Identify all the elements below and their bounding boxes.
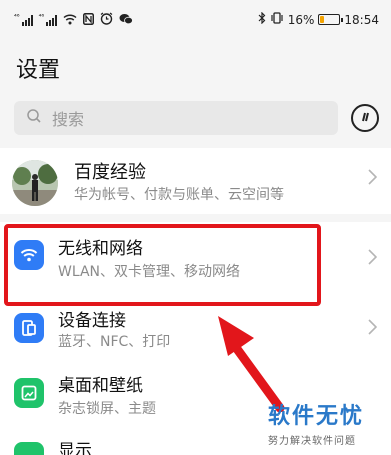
search-input[interactable]: 搜索 xyxy=(14,101,338,135)
battery-icon xyxy=(318,14,344,25)
signal-icon: ⁴⁶ xyxy=(39,14,58,26)
settings-item-wallpaper-subtitle: 杂志锁屏、主题 xyxy=(58,401,156,417)
account-name: 百度经验 xyxy=(74,162,146,183)
display-icon xyxy=(14,442,44,455)
status-right: 16% 18:54 xyxy=(258,11,379,27)
signal-icon: ⁴⁶ xyxy=(14,14,33,26)
vibrate-icon xyxy=(270,12,284,27)
page-title: 设置 xyxy=(16,58,61,83)
alarm-icon xyxy=(100,12,113,28)
watermark-subtitle: 努力解决软件问题 xyxy=(268,436,356,447)
device-connect-icon xyxy=(14,313,44,343)
account-subtitle: 华为帐号、付款与账单、云空间等 xyxy=(74,187,284,203)
watermark: 软件无忧 努力解决软件问题 xyxy=(268,398,364,447)
chevron-right-icon xyxy=(368,246,378,270)
settings-item-wallpaper-title: 桌面和壁纸 xyxy=(58,376,143,396)
wechat-icon xyxy=(119,13,134,28)
clock: 18:54 xyxy=(344,12,379,27)
watermark-title: 软件无忧 xyxy=(268,404,365,429)
smart-assistant-button[interactable] xyxy=(351,104,379,132)
settings-item-display-title: 显示 xyxy=(58,441,92,455)
wifi-icon xyxy=(63,13,77,28)
settings-item-device-connection-title: 设备连接 xyxy=(58,311,126,331)
status-bar: ⁴⁶ ⁴⁶ 16% 18:54 xyxy=(0,0,391,40)
wallpaper-icon xyxy=(14,378,44,408)
chevron-right-icon xyxy=(368,316,378,340)
settings-item-device-connection-subtitle: 蓝牙、NFC、打印 xyxy=(58,334,171,350)
highlight-box xyxy=(4,224,321,306)
search-placeholder: 搜索 xyxy=(52,110,85,129)
status-left: ⁴⁶ ⁴⁶ xyxy=(14,12,134,28)
annotation-arrow xyxy=(218,316,285,412)
avatar xyxy=(12,160,58,206)
nfc-icon xyxy=(83,12,95,28)
smart-assistant-icon xyxy=(358,109,372,128)
chevron-right-icon xyxy=(368,166,378,190)
account-row[interactable] xyxy=(0,148,391,214)
battery-fill xyxy=(320,16,324,23)
bluetooth-icon xyxy=(258,11,266,27)
search-icon xyxy=(26,108,42,128)
battery-percent: 16% xyxy=(287,12,315,27)
